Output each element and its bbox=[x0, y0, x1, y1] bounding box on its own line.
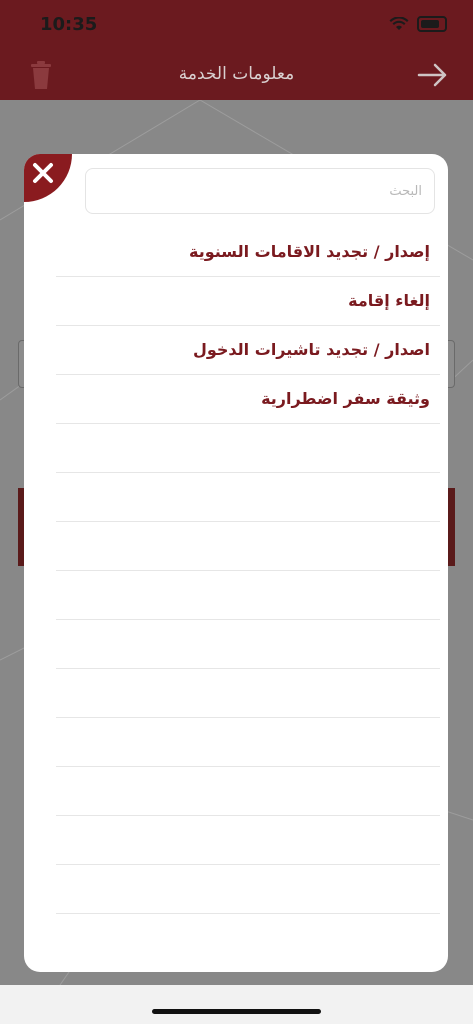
list-item[interactable] bbox=[56, 816, 440, 865]
close-icon bbox=[33, 163, 53, 183]
status-icons bbox=[389, 16, 447, 32]
search-input[interactable] bbox=[85, 168, 435, 214]
list-item[interactable] bbox=[56, 424, 440, 473]
list-item[interactable] bbox=[56, 865, 440, 914]
list-item[interactable]: وثيقة سفر اضطرارية bbox=[56, 375, 440, 424]
list-item[interactable] bbox=[56, 669, 440, 718]
list-item[interactable] bbox=[56, 718, 440, 767]
arrow-right-icon[interactable] bbox=[417, 62, 449, 88]
battery-icon bbox=[417, 16, 447, 32]
navbar: معلومات الخدمة bbox=[0, 50, 473, 100]
list-item[interactable] bbox=[56, 620, 440, 669]
background-button-edge bbox=[447, 488, 455, 566]
list-item[interactable] bbox=[56, 767, 440, 816]
wifi-icon bbox=[389, 17, 409, 30]
list-item[interactable]: اصدار / تجديد تاشيرات الدخول bbox=[56, 326, 440, 375]
list-item-label: إلغاء إقامة bbox=[348, 291, 430, 310]
page-title: معلومات الخدمة bbox=[178, 64, 295, 84]
list-item[interactable] bbox=[56, 571, 440, 620]
list-item[interactable] bbox=[56, 473, 440, 522]
footer-strip bbox=[0, 985, 473, 1024]
home-indicator bbox=[152, 1009, 321, 1014]
list-item-label: إصدار / تجديد الاقامات السنوية bbox=[189, 242, 430, 261]
status-bar: 10:35 bbox=[0, 0, 473, 50]
list-item[interactable] bbox=[56, 522, 440, 571]
list-item-label: اصدار / تجديد تاشيرات الدخول bbox=[192, 340, 430, 359]
list-item[interactable]: إصدار / تجديد الاقامات السنوية bbox=[56, 228, 440, 277]
service-list: إصدار / تجديد الاقامات السنوية إلغاء إقا… bbox=[56, 228, 440, 914]
close-button[interactable] bbox=[24, 154, 72, 202]
service-picker-modal: إصدار / تجديد الاقامات السنوية إلغاء إقا… bbox=[24, 154, 448, 972]
list-item[interactable]: إلغاء إقامة bbox=[56, 277, 440, 326]
status-time: 10:35 bbox=[40, 14, 98, 35]
list-item-label: وثيقة سفر اضطرارية bbox=[261, 389, 430, 408]
